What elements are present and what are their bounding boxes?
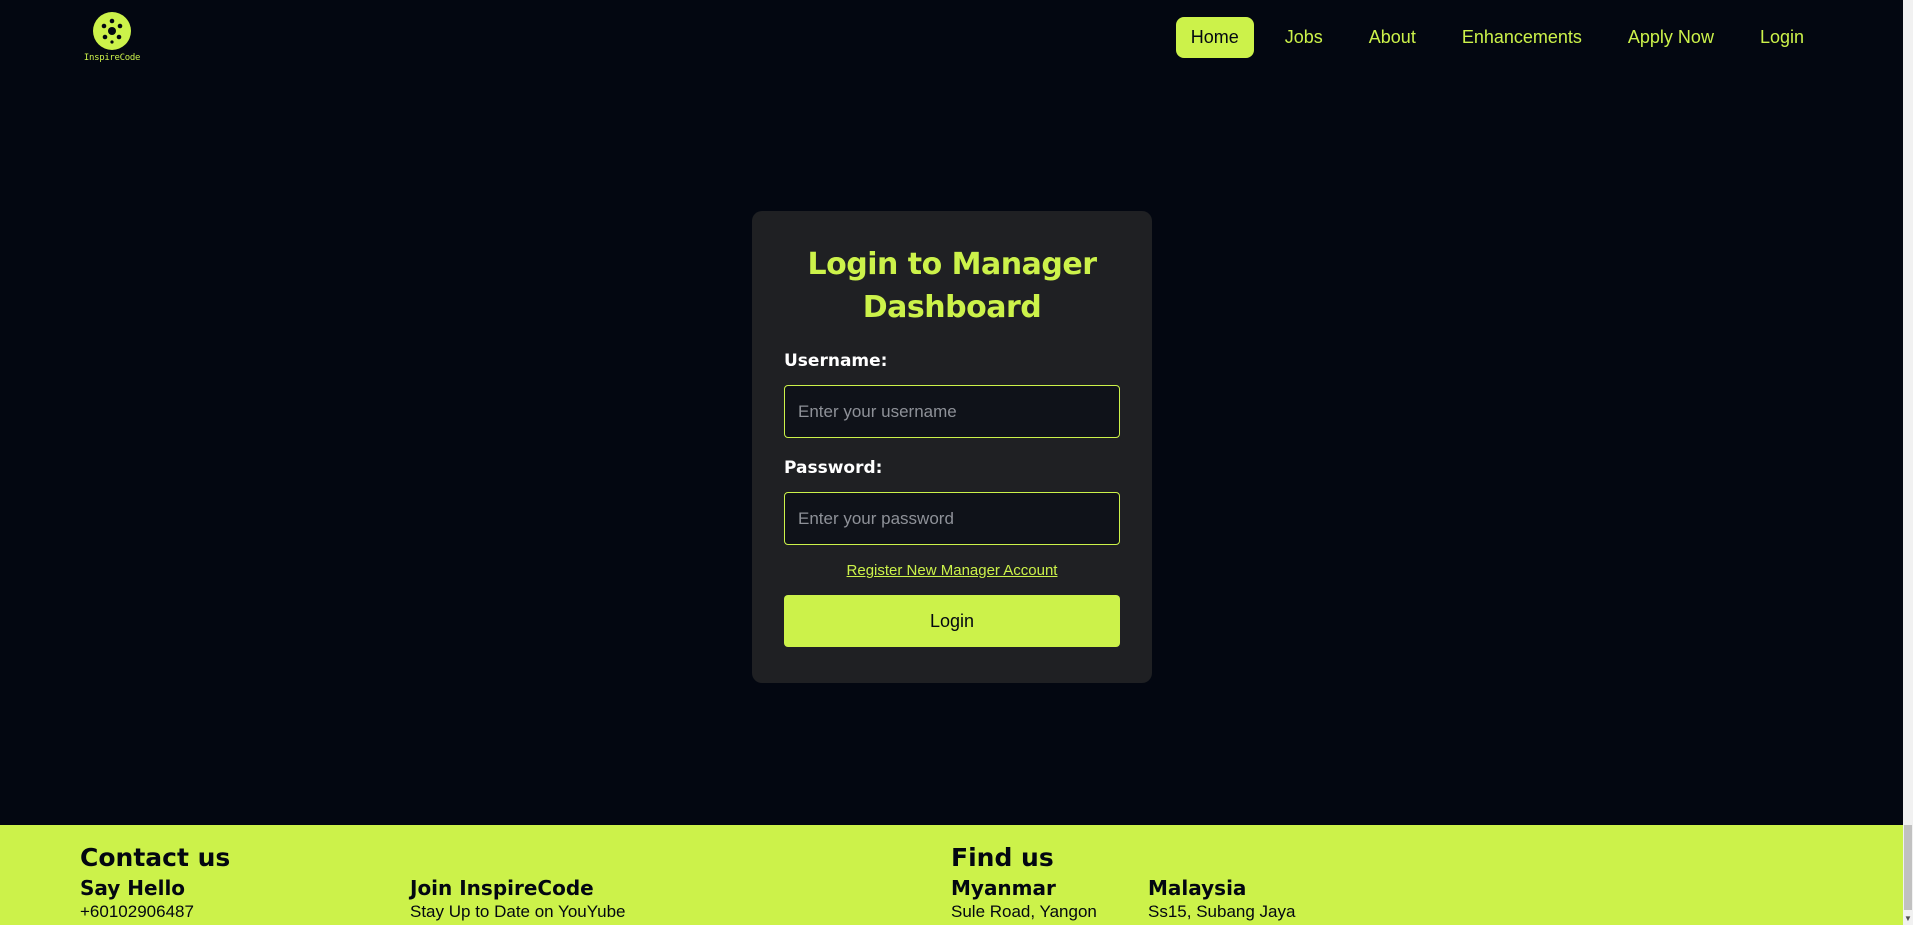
top-navbar: InspireCode Home Jobs About Enhancements… bbox=[0, 0, 1903, 76]
join-heading: Join InspireCode bbox=[410, 876, 594, 900]
footer-malaysia: Malaysia Ss15, Subang Jaya bbox=[1148, 875, 1295, 923]
nav-links: Home Jobs About Enhancements Apply Now L… bbox=[1175, 17, 1819, 58]
logo[interactable]: InspireCode bbox=[82, 12, 142, 66]
username-input[interactable] bbox=[784, 385, 1120, 438]
scroll-down-icon[interactable]: ▼ bbox=[1904, 914, 1912, 923]
logo-icon bbox=[93, 12, 131, 50]
footer: Contact us Say Hello +60102906487 Join I… bbox=[0, 825, 1903, 925]
username-label: Username: bbox=[784, 351, 888, 371]
contact-title: Contact us bbox=[80, 843, 231, 872]
find-title: Find us bbox=[951, 843, 1054, 872]
login-button[interactable]: Login bbox=[784, 595, 1120, 647]
nav-home[interactable]: Home bbox=[1175, 17, 1254, 58]
join-text[interactable]: Stay Up to Date on YouYube bbox=[410, 901, 626, 923]
footer-contact: Contact us Say Hello +60102906487 bbox=[80, 843, 230, 923]
footer-join: Join InspireCode Stay Up to Date on YouY… bbox=[410, 875, 626, 923]
location-myanmar: Myanmar bbox=[951, 876, 1056, 900]
address-malaysia: Ss15, Subang Jaya bbox=[1148, 902, 1296, 921]
nav-enhancements[interactable]: Enhancements bbox=[1447, 17, 1597, 58]
password-label: Password: bbox=[784, 458, 883, 478]
nav-jobs[interactable]: Jobs bbox=[1270, 17, 1338, 58]
footer-find: Find us Myanmar Sule Road, Yangon bbox=[951, 843, 1097, 923]
scrollbar-thumb[interactable] bbox=[1904, 825, 1912, 910]
nav-apply-now[interactable]: Apply Now bbox=[1613, 17, 1729, 58]
register-manager-link[interactable]: Register New Manager Account bbox=[784, 562, 1120, 579]
say-hello-heading: Say Hello bbox=[80, 876, 186, 900]
phone-number[interactable]: +60102906487 bbox=[80, 901, 230, 923]
location-malaysia: Malaysia bbox=[1148, 876, 1247, 900]
logo-text: InspireCode bbox=[83, 53, 141, 63]
login-card: Login to Manager Dashboard Username: Pas… bbox=[752, 211, 1152, 683]
address-myanmar: Sule Road, Yangon bbox=[951, 902, 1097, 921]
nav-login[interactable]: Login bbox=[1745, 17, 1819, 58]
page-scrollbar[interactable]: ▼ bbox=[1903, 0, 1913, 925]
password-input[interactable] bbox=[784, 492, 1120, 545]
nav-about[interactable]: About bbox=[1354, 17, 1431, 58]
login-title: Login to Manager Dashboard bbox=[807, 247, 1098, 325]
